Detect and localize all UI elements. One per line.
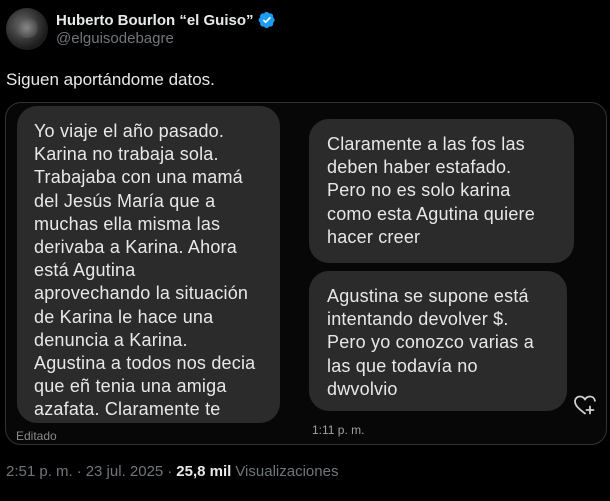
bubble-line: Agustina a todos nos decia (34, 353, 256, 374)
tweet-text: Siguen aportándome datos. (6, 70, 215, 89)
author-info: Huberto Bourlon “el Guiso” @elguisodebag… (56, 11, 276, 47)
post-date[interactable]: 23 jul. 2025 (86, 463, 164, 480)
bubble-line: Pero yo conozco varias a (327, 332, 534, 353)
bubble-line: Karina no trabaja sola. (34, 144, 219, 165)
bubble-line: de Karina le hace una (34, 306, 214, 327)
views-count: 25,8 mil (176, 463, 232, 480)
chat-bubble-right-1: Claramente a las fos las deben haber est… (309, 119, 574, 263)
bubble-line: Trabajaba con una mamá (34, 167, 243, 188)
bubble-line: Claramente a las fos las (327, 134, 525, 154)
bubble-line: denuncia a Karina. (34, 329, 188, 350)
separator: · (167, 463, 173, 480)
bubble-line: derivaba a Karina. Ahora (34, 237, 237, 258)
views-label: Visualizaciones (235, 463, 339, 480)
bubble-line: hacer creer (327, 226, 421, 247)
bubble-line: que eñ tenia una amiga (34, 376, 227, 397)
bubble-line: intentando devolver $. (327, 309, 509, 330)
bubble-line: dwvolvio (327, 378, 398, 399)
post-time[interactable]: 2:51 p. m. (6, 463, 73, 480)
verified-badge-icon (258, 11, 275, 29)
bubble-line: Agustina se supone está (327, 286, 529, 306)
edited-label: Editado (16, 429, 57, 443)
bubble-line: Pero no es solo karina (327, 180, 511, 201)
separator: · (76, 463, 82, 480)
attached-screenshot[interactable]: Yo viaje el año pasado. Karina no trabaj… (5, 102, 607, 445)
avatar[interactable] (6, 8, 48, 50)
author-handle[interactable]: @elguisodebagre (56, 30, 276, 47)
bubble-line: está Agutina (34, 260, 136, 281)
tweet-footer: 2:51 p. m. · 23 jul. 2025 · 25,8 mil Vis… (6, 463, 338, 480)
heart-plus-icon (574, 395, 596, 415)
bubble-line: del Jesús María que a (34, 190, 216, 211)
bubble-line: azafata. Claramente te (34, 399, 221, 420)
name-row: Huberto Bourlon “el Guiso” (56, 11, 276, 29)
bubble-line: aprovechando la situación (34, 283, 249, 304)
bubble-line: Yo viaje el año pasado. (34, 121, 225, 141)
chat-bubble-right-2: Agustina se supone está intentando devol… (309, 271, 567, 411)
tweet-header: Huberto Bourlon “el Guiso” @elguisodebag… (6, 8, 276, 50)
chat-bubble-left: Yo viaje el año pasado. Karina no trabaj… (17, 106, 280, 423)
bubble-line: deben haber estafado. (327, 157, 512, 178)
author-name[interactable]: Huberto Bourlon “el Guiso” (56, 12, 254, 29)
message-timestamp: 1:11 p. m. (312, 423, 365, 437)
bubble-line: como esta Agutina quiere (327, 203, 535, 224)
bubble-line: muchas ella misma las (34, 213, 221, 234)
bubble-line: las que todavía no (327, 355, 478, 376)
